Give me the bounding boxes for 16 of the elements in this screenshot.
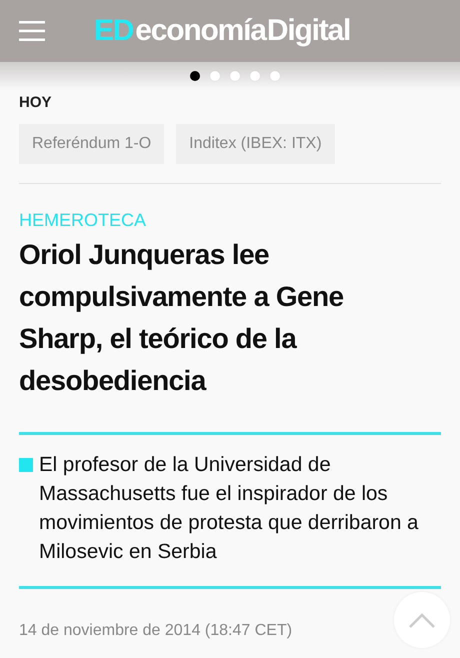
pager-dot[interactable] (210, 71, 220, 81)
section-heading: HOY (19, 94, 53, 112)
logo-text: economía Digital (135, 14, 350, 48)
article-lead: El profesor de la Universidad de Massachusetts fue el inspirador de los movimientos de protesta que derribaron a Milosevic en Serbia (39, 452, 420, 565)
article-date: 14 de noviembre de 2014 (18:47 CET) (19, 622, 294, 640)
chevron-up-icon (409, 612, 435, 628)
pager-dot[interactable] (190, 71, 200, 81)
pager-dot[interactable] (250, 71, 260, 81)
logo-mark: ED (94, 14, 134, 48)
pager-dot[interactable] (270, 71, 280, 81)
article-title: Oriol Junqueras lee compulsivamente a Gene Sharp, el teórico de la desobediencia (19, 238, 344, 398)
topic-tag[interactable]: Referéndum 1-O (19, 124, 164, 164)
topic-tag[interactable]: Inditex (IBEX: ITX) (176, 124, 335, 164)
menu-icon[interactable] (19, 21, 45, 41)
pager-dot[interactable] (230, 71, 240, 81)
square-icon (19, 458, 33, 472)
